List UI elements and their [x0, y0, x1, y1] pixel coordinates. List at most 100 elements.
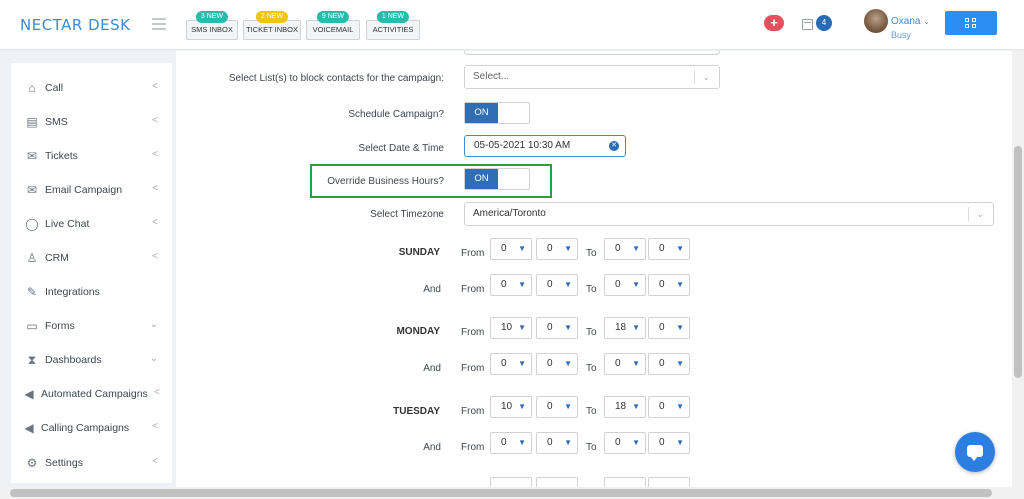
time-select[interactable]: 0 ▼ [536, 317, 578, 339]
time-select[interactable]: 0 ▼ [604, 238, 646, 260]
date-time-input[interactable]: 05-05-2021 10:30 AM ✕ [464, 135, 626, 157]
time-select[interactable]: 0 ▼ [604, 432, 646, 454]
chevron-down-icon: ▼ [518, 402, 526, 411]
sidebar-item-integrations[interactable]: ✎ Integrations [11, 277, 172, 307]
sms-icon: ▤ [26, 115, 38, 129]
activities-badge: 1 NEW [376, 11, 410, 23]
time-select[interactable]: 0 ▼ [648, 238, 690, 260]
avatar[interactable] [864, 9, 888, 33]
ticket-inbox-button[interactable]: 2 NEW TICKET INBOX [243, 11, 301, 40]
time-select[interactable]: 0 ▼ [648, 317, 690, 339]
sidebar-item-label: SMS [45, 116, 68, 128]
sms-inbox-badge: 3 NEW [195, 11, 229, 23]
time-select[interactable]: 10 ▼ [490, 396, 532, 418]
chevron-down-icon: ▼ [518, 244, 526, 253]
timezone-value: America/Toronto [473, 208, 546, 219]
sidebar-item-sms[interactable]: ▤ SMS < [11, 107, 172, 137]
chevron-down-icon: ▼ [518, 323, 526, 332]
time-select[interactable]: 0 ▼ [648, 353, 690, 375]
timezone-select[interactable]: America/Toronto ⌄ [464, 202, 994, 226]
apps-grid-button[interactable] [945, 11, 997, 35]
toggle-on-label: ON [465, 103, 498, 123]
chevron-left-icon: < [152, 149, 158, 160]
from-label: From [461, 248, 485, 259]
vertical-scrollbar[interactable] [1012, 50, 1024, 487]
top-bar: NECTAR DESK 3 NEW SMS INBOX 2 NEW TICKET… [0, 0, 1024, 50]
sidebar-item-settings[interactable]: ⚙ Settings < [11, 448, 172, 478]
time-select[interactable]: 18 ▼ [604, 317, 646, 339]
partial-field-top[interactable] [464, 51, 720, 55]
activities-button[interactable]: 1 NEW ACTIVITIES [366, 11, 420, 40]
voicemail-button[interactable]: 9 NEW VOICEMAIL [306, 11, 360, 40]
chevron-down-icon: ⌄ [976, 209, 984, 219]
chevron-left-icon: < [152, 115, 158, 126]
hour-value: 18 [615, 322, 627, 333]
calendar-icon[interactable] [802, 19, 813, 30]
sidebar-item-label: Dashboards [45, 354, 102, 366]
time-select[interactable]: 0 ▼ [536, 432, 578, 454]
time-select[interactable]: 18 ▼ [604, 396, 646, 418]
user-name[interactable]: Oxana ⌄ [891, 16, 930, 27]
sidebar-item-calling-campaigns[interactable]: ◀ Calling Campaigns < [11, 413, 172, 443]
day-label-sunday: SUNDAY [398, 247, 440, 258]
app-logo[interactable]: NECTAR DESK [20, 16, 131, 34]
time-select[interactable]: 0 ▼ [536, 274, 578, 296]
hour-value: 0 [615, 358, 621, 369]
block-list-placeholder: Select... [473, 71, 510, 82]
block-list-label: Select List(s) to block contacts for the… [228, 73, 444, 84]
sidebar-item-label: Integrations [45, 286, 100, 298]
minute-value: 0 [659, 358, 665, 369]
override-business-hours-toggle[interactable]: ON [464, 168, 530, 190]
time-select[interactable]: 0 ▼ [490, 432, 532, 454]
time-select[interactable]: 0 ▼ [490, 274, 532, 296]
chevron-left-icon: < [152, 421, 158, 432]
scrollbar-thumb[interactable] [1014, 146, 1022, 378]
horizontal-scrollbar[interactable] [0, 487, 1024, 499]
time-select[interactable] [490, 477, 532, 487]
time-select[interactable] [604, 477, 646, 487]
sidebar-item-live-chat[interactable]: ◯ Live Chat < [11, 209, 172, 239]
time-select[interactable]: 0 ▼ [648, 432, 690, 454]
time-select[interactable] [536, 477, 578, 487]
envelope-icon: ✉ [26, 183, 38, 197]
time-select[interactable]: 0 ▼ [536, 353, 578, 375]
chevron-down-icon: ▼ [632, 280, 640, 289]
chevron-down-icon: ▼ [564, 402, 572, 411]
time-select[interactable] [648, 477, 690, 487]
integrations-icon: ✎ [26, 285, 38, 299]
chevron-down-icon: ▼ [676, 438, 684, 447]
sidebar-item-automated-campaigns[interactable]: ◀ Automated Campaigns < [11, 379, 172, 409]
sidebar-item-call[interactable]: ⌂ Call < [11, 73, 172, 103]
time-select[interactable]: 0 ▼ [648, 274, 690, 296]
time-select[interactable]: 10 ▼ [490, 317, 532, 339]
time-select[interactable]: 0 ▼ [536, 238, 578, 260]
hour-value: 10 [501, 401, 513, 412]
time-select[interactable]: 0 ▼ [490, 353, 532, 375]
menu-toggle-icon[interactable] [152, 18, 166, 30]
grid-icon [965, 18, 969, 22]
minute-value: 0 [659, 243, 665, 254]
chevron-left-icon: < [152, 251, 158, 262]
chevron-down-icon: ▼ [518, 280, 526, 289]
sidebar-item-email-campaign[interactable]: ✉ Email Campaign < [11, 175, 172, 205]
clear-icon[interactable]: ✕ [609, 141, 619, 151]
time-select[interactable]: 0 ▼ [490, 238, 532, 260]
schedule-campaign-toggle[interactable]: ON [464, 102, 530, 124]
sms-inbox-button[interactable]: 3 NEW SMS INBOX [186, 11, 238, 40]
sidebar-item-forms[interactable]: ▭ Forms ⌄ [11, 311, 172, 341]
to-label: To [586, 284, 597, 295]
sidebar-item-crm[interactable]: ♙ CRM < [11, 243, 172, 273]
chevron-down-icon: ▼ [564, 359, 572, 368]
block-list-select[interactable]: Select... ⌄ [464, 65, 720, 89]
scrollbar-thumb[interactable] [10, 489, 992, 497]
time-select[interactable]: 0 ▼ [604, 353, 646, 375]
sidebar-item-tickets[interactable]: ✉ Tickets < [11, 141, 172, 171]
add-button[interactable]: + [764, 15, 784, 31]
time-select[interactable]: 0 ▼ [536, 396, 578, 418]
hour-value: 0 [501, 279, 507, 290]
sidebar-item-dashboards[interactable]: ⧗ Dashboards ⌄ [11, 345, 172, 375]
time-select[interactable]: 0 ▼ [604, 274, 646, 296]
calendar-count-badge[interactable]: 4 [816, 15, 832, 31]
live-chat-button[interactable] [955, 432, 995, 472]
time-select[interactable]: 0 ▼ [648, 396, 690, 418]
